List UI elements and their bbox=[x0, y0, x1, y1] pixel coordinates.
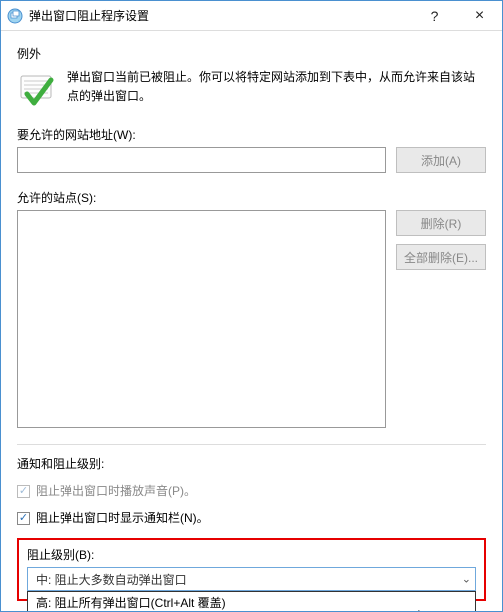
remove-button[interactable]: 删除(R) bbox=[396, 210, 486, 236]
allowed-label: 允许的站点(S): bbox=[17, 189, 486, 206]
notify-heading: 通知和阻止级别: bbox=[17, 455, 486, 472]
play-sound-label: 阻止弹出窗口时播放声音(P)。 bbox=[36, 482, 196, 501]
address-row: 添加(A) bbox=[17, 147, 486, 173]
address-input[interactable] bbox=[17, 147, 386, 173]
titlebar: 弹出窗口阻止程序设置 ? × bbox=[1, 1, 502, 31]
help-button[interactable]: ? bbox=[412, 1, 457, 31]
info-text: 弹出窗口当前已被阻止。你可以将特定网站添加到下表中，从而允许来自该站点的弹出窗口… bbox=[67, 68, 486, 110]
show-bar-row[interactable]: 阻止弹出窗口时显示通知栏(N)。 bbox=[17, 509, 486, 528]
divider bbox=[17, 444, 486, 445]
info-row: 弹出窗口当前已被阻止。你可以将特定网站添加到下表中，从而允许来自该站点的弹出窗口… bbox=[17, 68, 486, 110]
block-level-dropdown: 高: 阻止所有弹出窗口(Ctrl+Alt 覆盖) 中: 阻止大多数自动弹出窗口 … bbox=[27, 591, 476, 611]
address-label: 要允许的网站地址(W): bbox=[17, 126, 486, 143]
remove-all-button[interactable]: 全部删除(E)... bbox=[396, 244, 486, 270]
play-sound-row: 阻止弹出窗口时播放声音(P)。 bbox=[17, 482, 486, 501]
exceptions-heading: 例外 bbox=[17, 45, 486, 62]
dialog-content: 例外 弹出窗口当前已被阻止。你可以将特定网站添加到下表中，从而允许来自该站点的弹… bbox=[1, 31, 502, 611]
close-button[interactable]: × bbox=[457, 1, 502, 31]
allowed-buttons: 删除(R) 全部删除(E)... bbox=[396, 210, 486, 428]
website-checkmark-icon bbox=[17, 70, 57, 110]
block-level-label: 阻止级别(B): bbox=[27, 546, 476, 563]
allowed-sites-list[interactable] bbox=[17, 210, 386, 428]
add-button[interactable]: 添加(A) bbox=[396, 147, 486, 173]
dialog-title: 弹出窗口阻止程序设置 bbox=[29, 7, 412, 24]
block-level-combo[interactable]: 中: 阻止大多数自动弹出窗口 ⌄ bbox=[27, 567, 476, 591]
popup-blocker-icon bbox=[7, 8, 23, 24]
play-sound-checkbox bbox=[17, 485, 30, 498]
chevron-down-icon: ⌄ bbox=[462, 573, 471, 586]
block-level-option-high[interactable]: 高: 阻止所有弹出窗口(Ctrl+Alt 覆盖) bbox=[28, 592, 475, 611]
allowed-row: 删除(R) 全部删除(E)... bbox=[17, 210, 486, 428]
dialog-window: 弹出窗口阻止程序设置 ? × 例外 弹出窗口当前已被阻止。你可以将特定网站添加到… bbox=[0, 0, 503, 612]
block-level-selected: 中: 阻止大多数自动弹出窗口 bbox=[36, 571, 187, 588]
block-level-highlight: 阻止级别(B): 中: 阻止大多数自动弹出窗口 ⌄ 高: 阻止所有弹出窗口(Ct… bbox=[17, 538, 486, 601]
block-level-combo-wrap: 中: 阻止大多数自动弹出窗口 ⌄ 高: 阻止所有弹出窗口(Ctrl+Alt 覆盖… bbox=[27, 567, 476, 591]
show-bar-checkbox[interactable] bbox=[17, 512, 30, 525]
show-bar-label: 阻止弹出窗口时显示通知栏(N)。 bbox=[36, 509, 209, 528]
